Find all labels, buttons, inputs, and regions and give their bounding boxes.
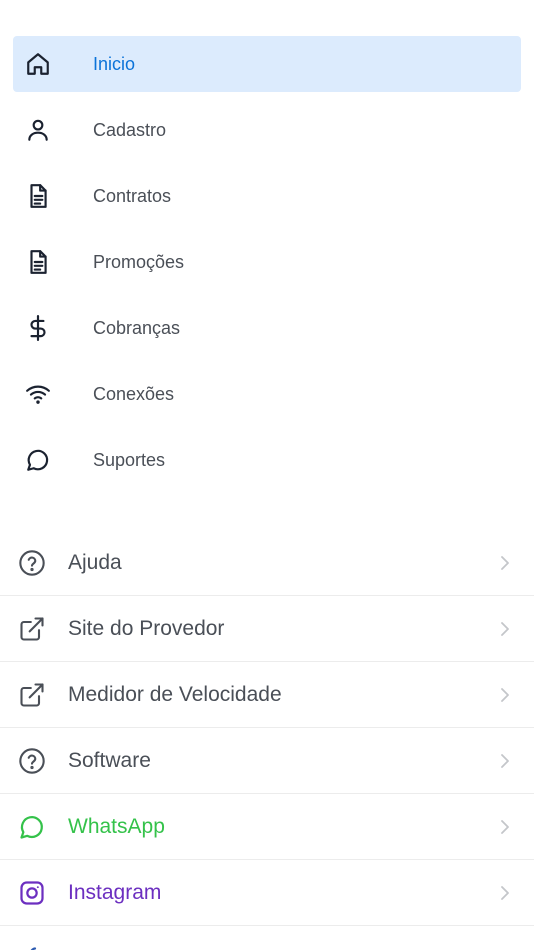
link-label: Site do Provedor (68, 617, 225, 640)
link-whatsapp[interactable]: WhatsApp (0, 794, 534, 860)
user-icon (24, 116, 52, 144)
help-circle-icon (18, 747, 46, 775)
link-label: Ajuda (68, 551, 122, 574)
nav-item-conexoes[interactable]: Conexões (13, 366, 521, 422)
help-circle-icon (18, 549, 46, 577)
facebook-icon[interactable] (20, 942, 44, 950)
nav-item-inicio[interactable]: Inicio (13, 36, 521, 92)
nav-item-label: Conexões (93, 384, 175, 404)
link-ajuda[interactable]: Ajuda (0, 530, 534, 596)
instagram-icon (18, 879, 46, 907)
link-label: Software (68, 749, 151, 772)
chevron-right-icon (498, 620, 512, 638)
link-label: WhatsApp (68, 815, 165, 838)
nav-item-label: Suportes (93, 450, 166, 470)
link-site-do-provedor[interactable]: Site do Provedor (0, 596, 534, 662)
chevron-right-icon (498, 818, 512, 836)
nav-item-label: Contratos (93, 186, 172, 206)
link-medidor-de-velocidade[interactable]: Medidor de Velocidade (0, 662, 534, 728)
nav-item-label: Cobranças (93, 318, 181, 338)
chevron-right-icon (498, 884, 512, 902)
nav-item-promocoes[interactable]: Promoções (13, 234, 521, 290)
chevron-right-icon (498, 686, 512, 704)
link-label: Instagram (68, 881, 162, 904)
dollar-icon (24, 314, 52, 342)
nav-item-label: Inicio (93, 54, 136, 74)
link-instagram[interactable]: Instagram (0, 860, 534, 926)
document-icon (24, 182, 52, 210)
external-link-icon (18, 681, 46, 709)
nav-item-cobrancas[interactable]: Cobranças (13, 300, 521, 356)
link-software[interactable]: Software (0, 728, 534, 794)
external-link-icon (18, 615, 46, 643)
chat-bubble-icon (24, 446, 52, 474)
document-icon (24, 248, 52, 276)
nav-item-contratos[interactable]: Contratos (13, 168, 521, 224)
link-label: Medidor de Velocidade (68, 683, 282, 706)
chevron-right-icon (498, 554, 512, 572)
chevron-right-icon (498, 752, 512, 770)
home-icon (24, 50, 52, 78)
nav-item-suportes[interactable]: Suportes (13, 432, 521, 488)
nav-item-cadastro[interactable]: Cadastro (13, 102, 521, 158)
whatsapp-icon (18, 813, 46, 841)
nav-item-label: Promoções (93, 252, 185, 272)
wifi-icon (24, 380, 52, 408)
nav-item-label: Cadastro (93, 120, 167, 140)
